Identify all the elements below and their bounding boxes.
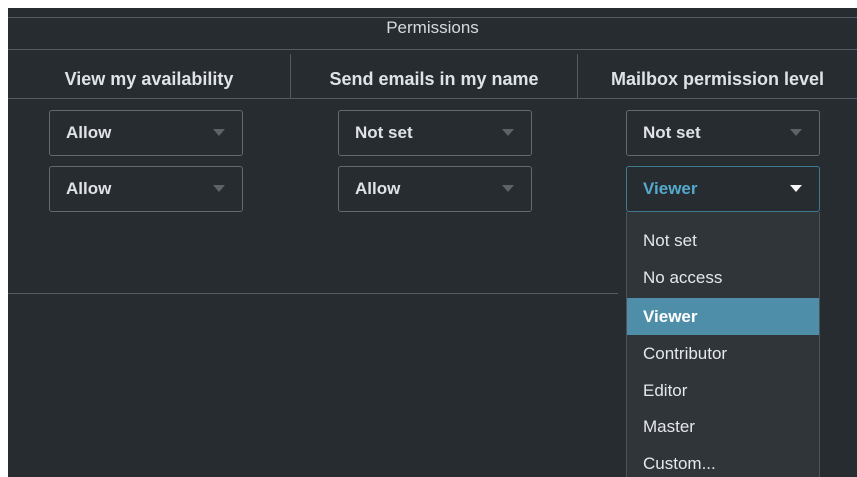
row1-send-emails-select[interactable]: Not set xyxy=(338,110,532,156)
select-value: Allow xyxy=(355,179,401,198)
dropdown-option-not-set[interactable]: Not set xyxy=(627,222,819,259)
dropdown-option-viewer[interactable]: Viewer xyxy=(627,298,819,335)
caret-down-icon xyxy=(790,129,802,136)
select-value: Viewer xyxy=(643,179,698,198)
title-divider xyxy=(8,49,857,50)
caret-down-icon xyxy=(213,185,225,192)
column-header-mailbox-permission: Mailbox permission level xyxy=(610,69,825,89)
permissions-panel: Permissions View my availability Send em… xyxy=(8,8,857,477)
column-header-view-availability: View my availability xyxy=(64,69,234,89)
caret-down-icon xyxy=(790,185,802,192)
dropdown-option-custom[interactable]: Custom... xyxy=(627,445,819,477)
select-value: Not set xyxy=(355,123,413,142)
row1-mailbox-level-select[interactable]: Not set xyxy=(626,110,820,156)
select-value: Allow xyxy=(66,123,112,142)
row2-send-emails-select[interactable]: Allow xyxy=(338,166,532,212)
dropdown-option-no-access[interactable]: No access xyxy=(627,259,819,296)
select-value: Allow xyxy=(66,179,112,198)
column-header-send-emails: Send emails in my name xyxy=(329,69,539,89)
caret-down-icon xyxy=(213,129,225,136)
row2-mailbox-level-select[interactable]: Viewer xyxy=(626,166,820,212)
dropdown-option-editor[interactable]: Editor xyxy=(627,372,819,409)
select-value: Not set xyxy=(643,123,701,142)
dropdown-option-contributor[interactable]: Contributor xyxy=(627,335,819,372)
row1-availability-select[interactable]: Allow xyxy=(49,110,243,156)
caret-down-icon xyxy=(502,129,514,136)
permissions-title: Permissions xyxy=(386,18,479,37)
row2-availability-select[interactable]: Allow xyxy=(49,166,243,212)
caret-down-icon xyxy=(502,185,514,192)
row-divider xyxy=(8,293,618,294)
mailbox-level-dropdown: Not set No access Viewer Contributor Edi… xyxy=(626,212,820,477)
header-divider xyxy=(8,98,857,99)
dropdown-option-master[interactable]: Master xyxy=(627,408,819,445)
